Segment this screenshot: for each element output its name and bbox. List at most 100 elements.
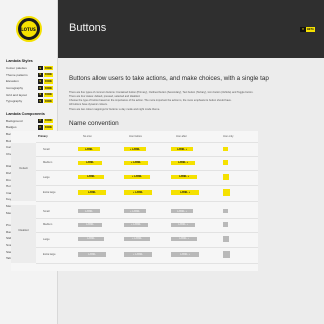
column-header: Primary [38, 135, 48, 138]
label-button[interactable]: LABEL + [171, 236, 197, 242]
icon-only-button[interactable] [223, 174, 229, 180]
button-label: LABEL + [177, 147, 187, 151]
sidebar-item-label: Badges [6, 125, 17, 130]
type-badge: S [38, 85, 43, 91]
type-badge: S [38, 79, 43, 84]
status-tag: DONE [44, 85, 53, 91]
type-badge: C [38, 118, 43, 123]
icon-only-button[interactable] [223, 160, 228, 165]
label-button[interactable]: LABEL + [171, 222, 195, 227]
sidebar-item[interactable]: Iconography S DONE [6, 85, 57, 92]
row-divider [36, 263, 258, 264]
button-label: + LABEL [132, 252, 144, 256]
button-label: LABEL [85, 147, 93, 151]
status-tag: DONE [44, 92, 53, 97]
button-label: LABEL [86, 161, 94, 164]
label-button[interactable]: + LABEL [124, 147, 146, 151]
row-divider [36, 156, 258, 157]
label-button[interactable]: + LABEL [124, 251, 152, 258]
button-label: LABEL + [180, 190, 190, 194]
label-button[interactable]: LABEL [78, 160, 102, 165]
group-cell [11, 143, 36, 201]
sidebar-item[interactable]: Elevation S DONE [6, 78, 57, 85]
status-tag: DONE [44, 118, 53, 123]
button-label: + LABEL [129, 147, 141, 151]
button-label: LABEL [88, 190, 96, 194]
label-button[interactable]: + LABEL [124, 222, 148, 227]
icon-only-button[interactable] [223, 236, 229, 242]
page-header: Buttons V BETA [58, 0, 324, 58]
status-tag: DONE [44, 79, 53, 84]
components-section-title: Lambda Components [6, 111, 45, 116]
icon-only-button[interactable] [223, 146, 228, 152]
button-label: LABEL + [178, 161, 188, 164]
sidebar-item-label: Typography [6, 99, 23, 104]
label-button[interactable]: LABEL + [171, 147, 193, 151]
sidebar-item[interactable]: Typography S DONE [6, 98, 57, 105]
sidebar-item[interactable]: Grid and layout S DONE [6, 91, 57, 98]
label-button[interactable]: + LABEL [124, 236, 150, 242]
sidebar-item[interactable]: Colour palettes S DONE [6, 65, 57, 72]
group-label: Default [19, 167, 28, 170]
button-label: LABEL [87, 175, 95, 179]
lotus-logo[interactable]: LOTUS [15, 16, 42, 42]
button-spec-table: Primary No icon Icon before Icon after Icon … [11, 131, 258, 271]
button-label: LABEL [85, 209, 93, 213]
logo-text: LOTUS [21, 26, 36, 32]
label-button[interactable]: LABEL [78, 189, 106, 196]
label-button[interactable]: LABEL + [171, 251, 199, 258]
type-badge: C [38, 125, 43, 130]
icon-only-button[interactable] [223, 189, 230, 196]
row-divider [36, 232, 258, 233]
label-button[interactable]: LABEL [78, 174, 104, 180]
status-tag: DONE [44, 125, 53, 130]
button-label: LABEL [88, 252, 96, 256]
row-divider [36, 201, 258, 202]
sidebar-item-label: Background [6, 118, 23, 123]
column-header: Icon only [223, 135, 234, 138]
icon-only-button[interactable] [223, 251, 230, 258]
button-label: + LABEL [132, 190, 144, 194]
sidebar-item-label: Grid and layout [6, 92, 27, 97]
label-button[interactable]: + LABEL [124, 174, 150, 180]
button-label: + LABEL [130, 223, 142, 226]
sidebar-item[interactable]: Background C DONE [6, 118, 57, 125]
label-button[interactable]: + LABEL [124, 209, 146, 213]
sidebar-item-label: Elevation [6, 79, 19, 84]
label-button[interactable]: + LABEL [124, 189, 152, 196]
styles-section-title: Lambda Styles [6, 59, 33, 63]
label-button[interactable]: LABEL [78, 209, 100, 213]
column-header: Icon before [129, 135, 142, 138]
icon-only-button[interactable] [223, 222, 228, 227]
type-badge: S [38, 92, 43, 97]
button-label: + LABEL [131, 237, 143, 241]
logo-area: LOTUS [0, 0, 57, 58]
button-label: + LABEL [131, 175, 143, 179]
size-label: Small [43, 209, 50, 213]
group-cell [11, 205, 36, 263]
size-label: Medium [43, 161, 53, 164]
label-button[interactable]: LABEL [78, 251, 106, 258]
label-button[interactable]: LABEL [78, 147, 100, 151]
sidebar-item[interactable]: Theme patterns S DONE [6, 72, 57, 79]
column-header: Icon after [176, 135, 187, 138]
label-button[interactable]: LABEL + [171, 209, 193, 213]
button-label: LABEL + [179, 175, 189, 179]
status-tag: DONE [44, 99, 53, 104]
row-divider [36, 142, 258, 143]
description-line: There are two colour mappings for button… [69, 107, 160, 111]
label-button[interactable]: LABEL [78, 236, 104, 242]
label-button[interactable]: LABEL + [171, 160, 195, 165]
status-tag: DONE [44, 66, 53, 71]
row-divider [36, 247, 258, 248]
type-badge: S [38, 72, 43, 77]
page-title: Buttons [69, 22, 107, 34]
label-button[interactable]: LABEL + [171, 174, 197, 180]
icon-only-button[interactable] [223, 208, 228, 214]
name-convention-heading: Name convention [69, 119, 119, 127]
label-button[interactable]: LABEL + [171, 189, 199, 196]
status-badge: V BETA [300, 27, 315, 32]
sidebar-item[interactable]: Badges C DONE [6, 124, 57, 131]
label-button[interactable]: + LABEL [124, 160, 148, 165]
label-button[interactable]: LABEL [78, 222, 102, 227]
